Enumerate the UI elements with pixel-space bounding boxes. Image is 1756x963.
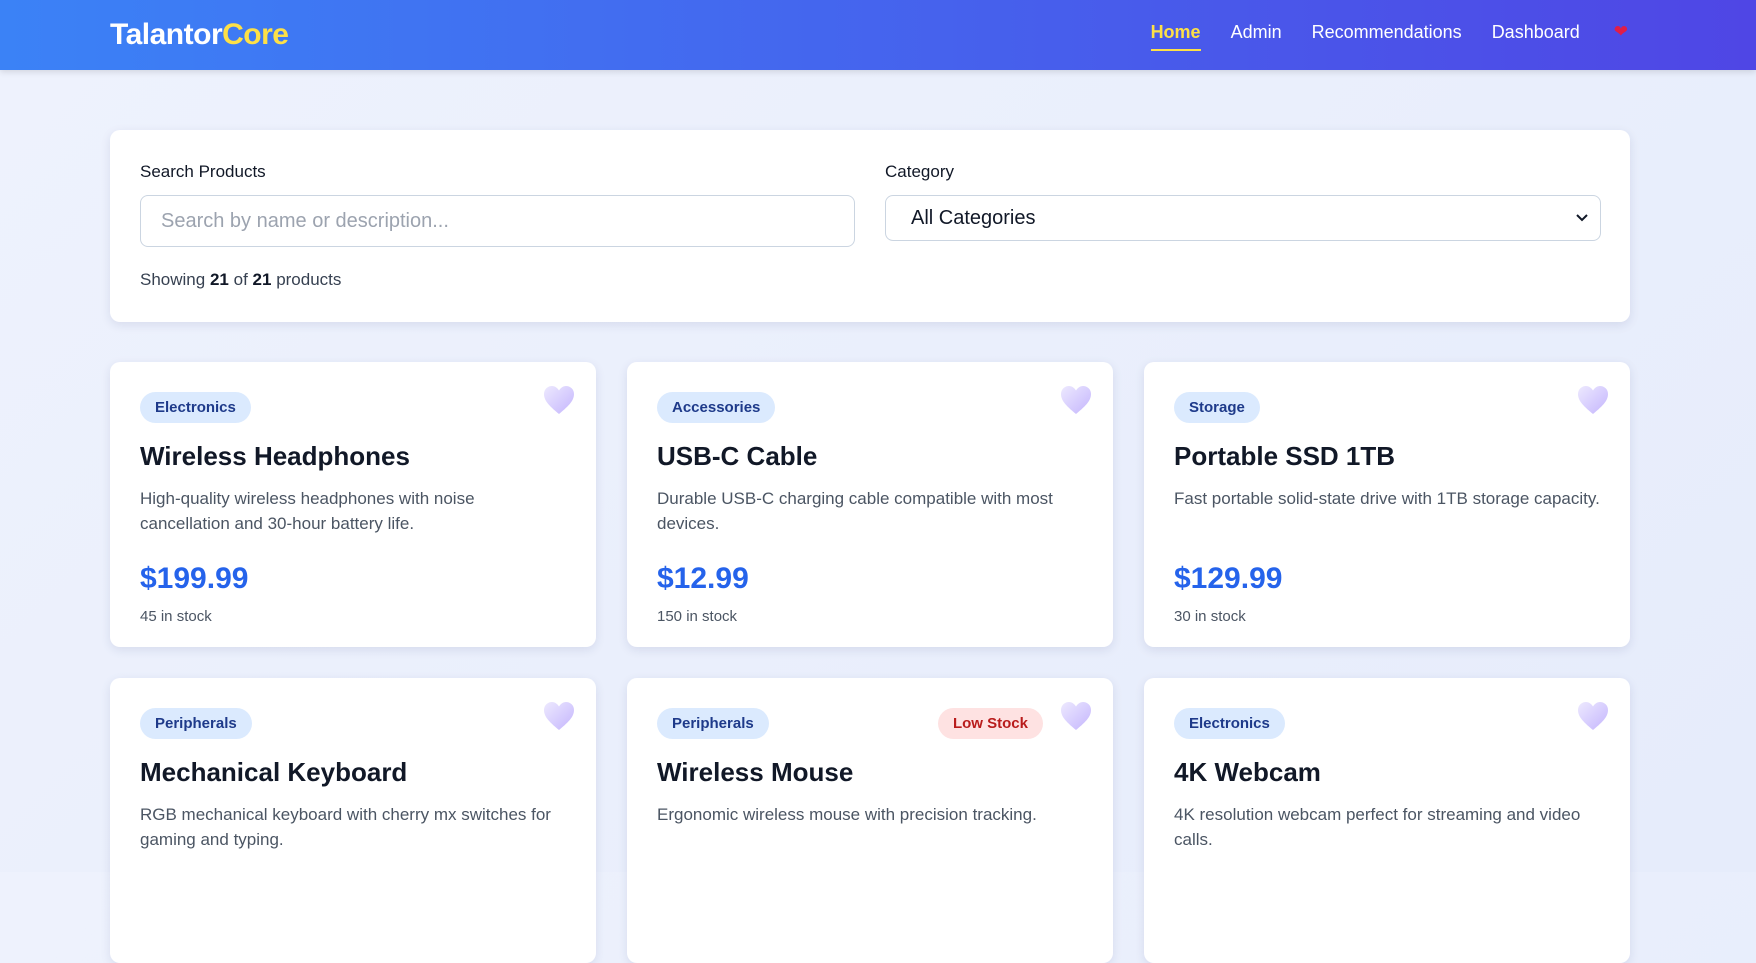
favorite-heart-icon[interactable] [1576, 384, 1610, 416]
low-stock-badge: Low Stock [937, 708, 1043, 739]
nav-link-home[interactable]: Home [1150, 22, 1201, 51]
product-name: 4K Webcam [1174, 757, 1321, 787]
category-label: Category [885, 162, 954, 181]
favorite-heart-icon[interactable] [1059, 700, 1093, 732]
category-badge: Electronics [140, 392, 251, 423]
category-badge: Storage [1174, 392, 1260, 423]
product-name: Wireless Mouse [657, 757, 854, 787]
category-badge: Peripherals [657, 708, 769, 739]
nav-links: Home Admin Recommendations Dashboard ❤ [1150, 22, 1628, 52]
product-description: RGB mechanical keyboard with cherry mx s… [140, 805, 551, 849]
product-price: $199.99 [140, 562, 249, 595]
top-navbar: TalantorCore Home Admin Recommendations … [0, 0, 1756, 70]
product-description: Fast portable solid-state drive with 1TB… [1174, 489, 1600, 508]
results-total: 21 [252, 270, 272, 289]
product-stock: 45 in stock [140, 608, 212, 625]
product-grid: Electronics Wireless Headphones High-qua… [110, 362, 1630, 963]
product-description: Ergonomic wireless mouse with precision … [657, 805, 1037, 824]
search-label: Search Products [140, 162, 266, 181]
category-badge: Peripherals [140, 708, 252, 739]
results-middle: of [233, 270, 248, 289]
nav-link-recommendations[interactable]: Recommendations [1312, 22, 1462, 49]
product-name: USB-C Cable [657, 441, 818, 471]
nav-link-dashboard[interactable]: Dashboard [1492, 22, 1580, 49]
results-count: Showing 21 of 21 products [140, 270, 341, 290]
product-name: Wireless Headphones [140, 441, 410, 471]
product-card[interactable]: Peripherals Low Stock Wireless Mouse Erg… [627, 678, 1113, 963]
favorite-heart-icon[interactable] [1576, 700, 1610, 732]
favorite-heart-icon[interactable] [542, 700, 576, 732]
product-name: Portable SSD 1TB [1174, 441, 1396, 471]
product-price: $129.99 [1174, 562, 1283, 595]
results-suffix: products [276, 270, 342, 289]
product-price: $12.99 [657, 562, 749, 595]
product-stock: 150 in stock [657, 608, 738, 625]
product-description: Durable USB-C charging cable compatible … [657, 489, 1053, 533]
category-badge: Accessories [657, 392, 776, 423]
product-name: Mechanical Keyboard [140, 757, 408, 787]
search-input[interactable] [140, 195, 855, 247]
brand-name-part1: Talantor [110, 18, 223, 51]
category-select[interactable]: All Categories [885, 195, 1601, 241]
brand-name-part2: Core [222, 18, 289, 51]
results-shown: 21 [209, 270, 229, 289]
product-card[interactable]: Electronics 4K Webcam 4K resolution webc… [1144, 678, 1630, 963]
brand-logo[interactable]: TalantorCore [110, 18, 289, 52]
product-card[interactable]: Storage Portable SSD 1TB Fast portable s… [1144, 362, 1630, 647]
product-description: 4K resolution webcam perfect for streami… [1174, 805, 1581, 849]
results-prefix: Showing [140, 270, 206, 289]
filter-panel: Search Products Category All Categories … [110, 130, 1630, 322]
favorite-heart-icon[interactable] [1059, 384, 1093, 416]
product-card[interactable]: Peripherals Mechanical Keyboard RGB mech… [110, 678, 596, 963]
product-stock: 30 in stock [1174, 608, 1246, 625]
category-select-value: All Categories [911, 206, 1036, 229]
category-badge: Electronics [1174, 708, 1285, 739]
product-card[interactable]: Electronics Wireless Headphones High-qua… [110, 362, 596, 647]
chevron-down-icon [1576, 214, 1588, 222]
product-description: High-quality wireless headphones with no… [140, 489, 475, 533]
product-card[interactable]: Accessories USB-C Cable Durable USB-C ch… [627, 362, 1113, 647]
favorite-heart-icon[interactable] [542, 384, 576, 416]
nav-link-admin[interactable]: Admin [1231, 22, 1282, 49]
favorites-heart-icon[interactable]: ❤ [1614, 22, 1628, 48]
